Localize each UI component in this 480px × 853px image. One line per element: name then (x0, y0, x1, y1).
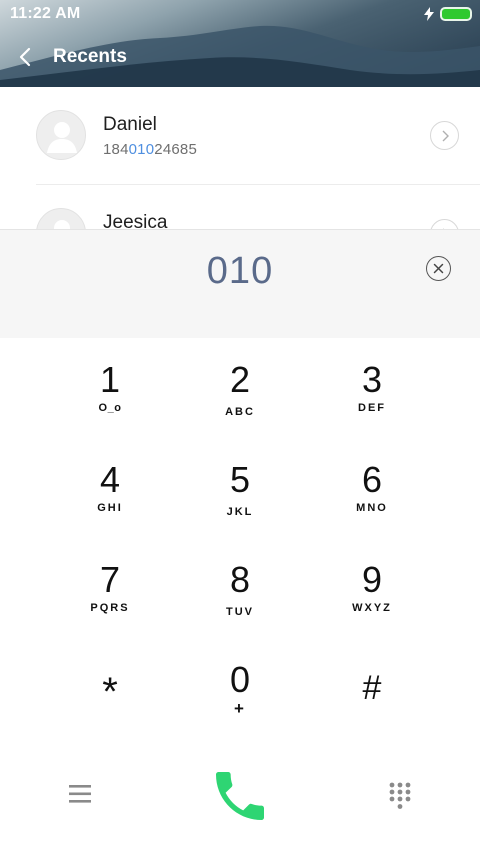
key-digit: 9 (361, 559, 383, 600)
hamburger-menu-icon (69, 785, 91, 803)
key-letters: WXYZ (352, 602, 392, 614)
number-part: 184 (103, 141, 129, 158)
contact-detail-button[interactable] (430, 219, 459, 229)
contact-name: Daniel (103, 114, 157, 135)
contact-name: Jeesica (103, 212, 168, 229)
status-icons (424, 7, 472, 21)
number-display: 010 (0, 229, 480, 338)
avatar (36, 208, 86, 229)
recents-list[interactable]: Daniel 18401024685 Jeesica (0, 87, 480, 229)
key-letters: MNO (356, 502, 388, 514)
person-icon (54, 220, 70, 229)
person-icon (47, 122, 77, 153)
number-part: 24685 (154, 141, 197, 158)
title-bar: Recents (0, 40, 480, 74)
dialed-number: 010 (206, 250, 274, 292)
contact-number: 18401024685 (103, 141, 197, 158)
call-button[interactable] (200, 756, 280, 836)
battery-icon (440, 7, 472, 21)
contact-detail-button[interactable] (430, 121, 459, 150)
back-button[interactable] (0, 40, 50, 74)
status-time: 11:22 AM (10, 5, 81, 22)
menu-button[interactable] (60, 776, 100, 812)
chevron-left-icon (19, 47, 31, 67)
status-bar: 11:22 AM (0, 0, 480, 28)
page-title: Recents (53, 46, 127, 67)
lightning-icon (424, 7, 434, 21)
clear-button[interactable] (426, 256, 451, 281)
key-digit: 6 (361, 459, 383, 500)
avatar (36, 110, 86, 160)
key-hash[interactable]: # (292, 642, 452, 742)
phone-icon (216, 772, 264, 820)
chevron-right-icon (442, 130, 449, 141)
key-letters: DEF (358, 402, 386, 414)
clear-circle-icon (433, 263, 444, 274)
key-9[interactable]: 9 WXYZ (292, 542, 452, 642)
key-6[interactable]: 6 MNO (292, 442, 452, 542)
list-item[interactable]: Jeesica (0, 185, 480, 229)
key-digit: 3 (361, 359, 383, 400)
dialpad-icon (389, 782, 411, 809)
dialpad-button[interactable] (380, 778, 420, 814)
list-item[interactable]: Daniel 18401024685 (0, 87, 480, 185)
key-digit: # (362, 669, 382, 707)
header: 11:22 AM Recents (0, 0, 480, 87)
number-match: 010 (128, 141, 155, 158)
key-3[interactable]: 3 DEF (292, 342, 452, 442)
